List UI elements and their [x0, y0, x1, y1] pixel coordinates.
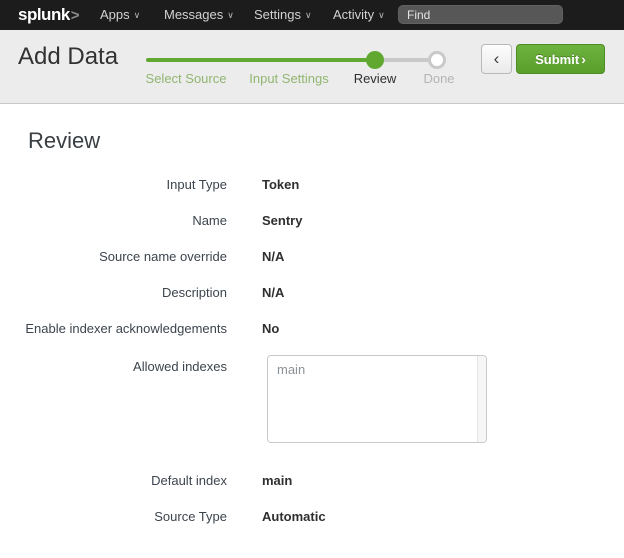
chevron-down-icon: ∨ — [378, 10, 385, 20]
find-search-input[interactable] — [398, 5, 563, 24]
back-button[interactable]: ‹ — [481, 44, 512, 74]
review-heading: Review — [28, 128, 100, 154]
review-row-value: N/A — [262, 285, 284, 300]
step-label-review: Review — [354, 71, 397, 86]
nav-menu-activity[interactable]: Activity ∨ — [333, 0, 385, 30]
chevron-down-icon: ∨ — [134, 10, 141, 20]
review-row-value: Automatic — [262, 509, 326, 524]
review-row-indexer-acknowledgements: Enable indexer acknowledgements No — [0, 321, 279, 336]
add-data-header: Add Data Select Source Input Settings Re… — [0, 30, 624, 104]
splunk-add-data-screen: splunk> Apps ∨ Messages ∨ Settings ∨ Activi… — [0, 0, 624, 558]
nav-menu-activity-label: Activity — [333, 7, 374, 22]
review-row-label: Name — [0, 213, 227, 228]
chevron-down-icon: ∨ — [227, 10, 234, 20]
review-row-allowed-indexes: Allowed indexes main — [0, 355, 487, 443]
top-navbar: splunk> Apps ∨ Messages ∨ Settings ∨ Activi… — [0, 0, 624, 30]
review-row-label: Input Type — [0, 177, 227, 192]
review-row-label: Source Type — [0, 509, 227, 524]
review-row-description: Description N/A — [0, 285, 284, 300]
nav-menu-settings-label: Settings — [254, 7, 301, 22]
splunk-logo-text: splunk — [18, 5, 70, 24]
allowed-indexes-value: main — [268, 356, 486, 377]
step-dot-done — [428, 51, 446, 69]
nav-menu-settings[interactable]: Settings ∨ — [254, 0, 312, 30]
review-row-name: Name Sentry — [0, 213, 302, 228]
review-row-label: Default index — [0, 473, 227, 488]
step-dot-review — [366, 51, 384, 69]
chevron-left-icon: ‹ — [494, 49, 500, 68]
step-label-done: Done — [423, 71, 454, 86]
stepper-progress-bar-complete — [146, 58, 376, 62]
scrollbar[interactable] — [477, 356, 486, 442]
review-row-label: Allowed indexes — [0, 355, 227, 374]
splunk-logo[interactable]: splunk> — [18, 5, 80, 25]
page-title: Add Data — [18, 43, 118, 71]
review-row-value: main — [262, 473, 292, 488]
review-row-default-index: Default index main — [0, 473, 292, 488]
review-row-label: Description — [0, 285, 227, 300]
review-row-source-type: Source Type Automatic — [0, 509, 326, 524]
nav-menu-messages-label: Messages — [164, 7, 223, 22]
splunk-logo-chevron-icon: > — [71, 7, 80, 24]
submit-button[interactable]: Submit› — [516, 44, 605, 74]
nav-menu-apps-label: Apps — [100, 7, 130, 22]
review-row-value: Token — [262, 177, 299, 192]
step-label-select-source[interactable]: Select Source — [146, 71, 227, 86]
review-row-label: Enable indexer acknowledgements — [0, 321, 227, 336]
nav-menu-apps[interactable]: Apps ∨ — [100, 0, 140, 30]
review-row-input-type: Input Type Token — [0, 177, 299, 192]
allowed-indexes-listbox[interactable]: main — [267, 355, 487, 443]
chevron-down-icon: ∨ — [305, 10, 312, 20]
review-row-value: N/A — [262, 249, 284, 264]
submit-button-label: Submit — [535, 52, 579, 67]
chevron-right-icon: › — [581, 51, 586, 67]
nav-menu-messages[interactable]: Messages ∨ — [164, 0, 234, 30]
review-row-label: Source name override — [0, 249, 227, 264]
review-row-value: Sentry — [262, 213, 302, 228]
review-row-source-name-override: Source name override N/A — [0, 249, 284, 264]
step-label-input-settings[interactable]: Input Settings — [249, 71, 329, 86]
review-row-value: No — [262, 321, 279, 336]
